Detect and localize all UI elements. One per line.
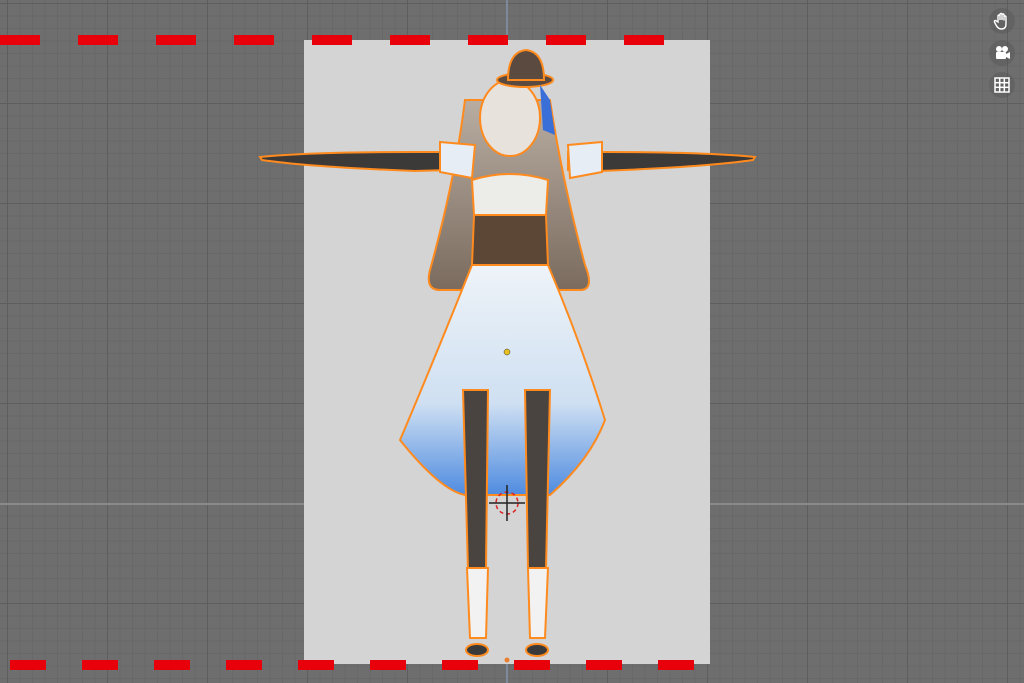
navigation-gizmo bbox=[988, 8, 1016, 98]
hand-pan-icon[interactable] bbox=[989, 8, 1015, 34]
head bbox=[479, 79, 541, 157]
left-arm bbox=[258, 151, 451, 173]
origin-point[interactable] bbox=[503, 348, 511, 356]
right-leg bbox=[523, 389, 552, 571]
skirt bbox=[398, 264, 607, 496]
border-dash bbox=[154, 660, 190, 670]
3d-viewport[interactable] bbox=[0, 0, 1024, 683]
border-dash bbox=[78, 35, 118, 45]
left-sleeve bbox=[439, 140, 477, 180]
border-dash bbox=[0, 35, 40, 45]
corset bbox=[470, 214, 550, 266]
character-model[interactable] bbox=[250, 40, 770, 665]
camera-icon[interactable] bbox=[989, 40, 1015, 66]
hat-top bbox=[506, 48, 546, 81]
left-sock bbox=[465, 567, 490, 639]
right-sock bbox=[526, 567, 550, 639]
right-sleeve bbox=[566, 140, 603, 180]
grid-view-icon[interactable] bbox=[989, 72, 1015, 98]
left-shoe bbox=[465, 643, 489, 657]
right-shoe bbox=[525, 643, 549, 657]
border-dash bbox=[10, 660, 46, 670]
pivot-dot bbox=[504, 657, 510, 663]
border-dash bbox=[156, 35, 196, 45]
left-leg bbox=[461, 389, 490, 571]
border-dash bbox=[82, 660, 118, 670]
